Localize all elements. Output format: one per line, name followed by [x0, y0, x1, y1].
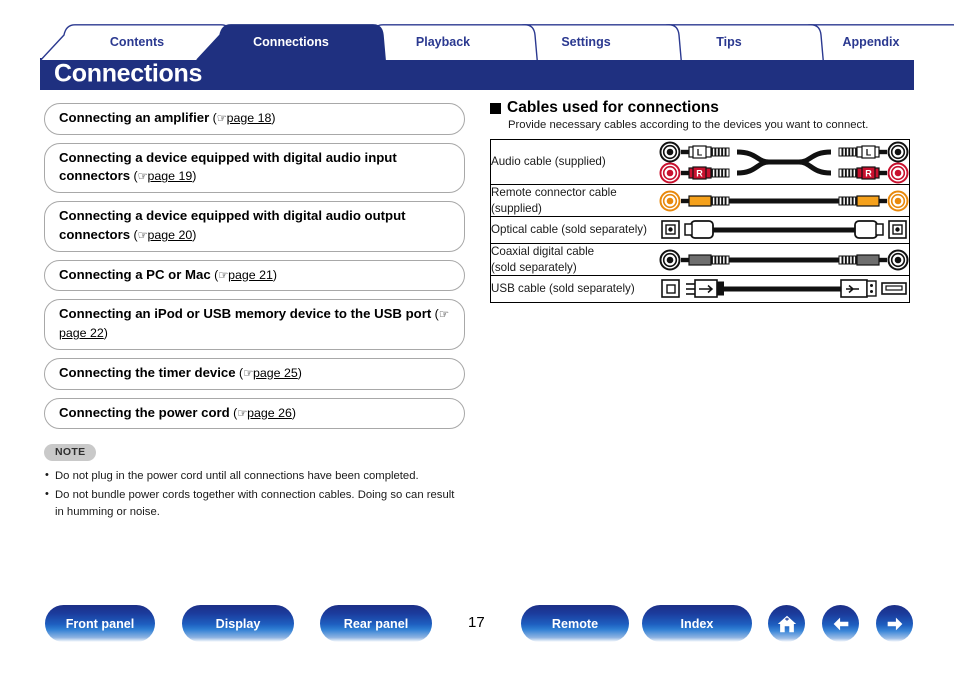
page-link-label[interactable]: page 20: [147, 228, 192, 242]
home-icon: [776, 613, 798, 635]
pointing-hand-icon: ☞: [216, 111, 227, 125]
section-link-3[interactable]: Connecting a device equipped with digita…: [44, 201, 465, 252]
cables-column: Cables used for connections Provide nece…: [490, 99, 910, 304]
nav-button-rear-panel[interactable]: Rear panel: [320, 605, 432, 642]
svg-text:L: L: [697, 148, 703, 158]
cable-label: Audio cable (supplied): [491, 155, 606, 169]
page-reference[interactable]: (☞page 20): [130, 227, 197, 242]
cable-diagram-cell: [659, 275, 910, 303]
pointing-hand-icon: ☞: [137, 227, 148, 242]
cables-subtext: Provide necessary cables according to th…: [508, 119, 869, 131]
note-list: Do not plug in the power cord until all …: [44, 467, 465, 521]
cables-table: Audio cable (supplied) L R L R Remote connect…: [490, 139, 910, 304]
page-number: 17: [468, 614, 485, 631]
page-link-label[interactable]: page 19: [147, 169, 192, 183]
cable-label: Optical cable (sold separately): [490, 216, 659, 244]
table-row: Optical cable (sold separately): [490, 216, 910, 244]
tab-label: Playback: [415, 35, 471, 49]
tab-label: Appendix: [842, 35, 900, 49]
svg-text:R: R: [865, 169, 872, 179]
page-link-label[interactable]: page 26: [247, 406, 292, 420]
home-icon-button[interactable]: [768, 605, 805, 642]
tab-bar: Contents Connections Playback Settings Tips A…: [40, 24, 954, 60]
cable-label: Remote connector cable (supplied): [490, 183, 659, 217]
note-section: NOTE Do not plug in the power cord until…: [44, 442, 465, 520]
tab-label: Tips: [716, 35, 742, 49]
section-links-column: Connecting an amplifier (☞page 18) Connec…: [44, 103, 465, 522]
nav-button-front-panel[interactable]: Front panel: [45, 605, 155, 642]
nav-button-remote[interactable]: Remote: [521, 605, 629, 642]
section-link-4[interactable]: Connecting a PC or Mac (☞page 21): [44, 259, 465, 292]
section-link-2[interactable]: Connecting a device equipped with digita…: [44, 142, 465, 194]
pointing-hand-icon: ☞: [243, 365, 253, 380]
section-link-title: Connecting the timer device: [59, 364, 236, 380]
section-link-title: Connecting an iPod or USB memory device …: [59, 306, 432, 322]
nav-button-display[interactable]: Display: [182, 605, 294, 642]
section-link-title: Connecting a PC or Mac: [59, 266, 211, 282]
note-badge: NOTE: [44, 444, 97, 462]
table-row: Coaxial digital cable (sold separately): [490, 243, 910, 276]
cables-heading: Cables used for connections: [490, 99, 910, 117]
svg-text:R: R: [696, 169, 703, 179]
bottom-navigation-bar: Front panel Display Rear panel Remote Index 1…: [0, 605, 954, 653]
cable-label: Coaxial digital cable (sold separately): [490, 243, 659, 276]
section-link-title: Connecting a device equipped with digita…: [59, 149, 397, 184]
page-link-label[interactable]: page 18: [227, 111, 272, 125]
cable-diagram-cell: [659, 216, 910, 244]
page-link-label[interactable]: page 25: [253, 366, 298, 380]
svg-text:L: L: [866, 148, 872, 158]
pointing-hand-icon: ☞: [237, 405, 248, 420]
page-reference[interactable]: (☞page 19): [130, 169, 197, 184]
tab-connections[interactable]: Connections: [196, 24, 386, 60]
table-row: USB cable (sold separately): [490, 275, 910, 303]
page-reference[interactable]: (☞page 18): [209, 111, 276, 125]
section-link-6[interactable]: Connecting the timer device (☞page 25): [44, 357, 465, 390]
remote-connector-cable-diagram: [659, 190, 909, 212]
arrow-left-icon: [830, 613, 852, 635]
cable-diagram-cell: L R L R: [659, 140, 910, 185]
square-bullet-icon: [490, 102, 501, 114]
section-link-title: Connecting the power cord: [59, 404, 230, 420]
optical-cable-diagram: [661, 220, 907, 239]
section-link-7[interactable]: Connecting the power cord (☞page 26): [44, 397, 465, 430]
note-item: Do not plug in the power cord until all …: [44, 467, 465, 485]
section-link-1[interactable]: Connecting an amplifier (☞page 18): [44, 103, 465, 135]
page-reference[interactable]: (☞page 21): [211, 268, 277, 282]
arrow-right-icon: [884, 613, 906, 635]
link-list: Connecting an amplifier (☞page 18) Connec…: [44, 103, 465, 430]
coaxial-digital-cable-diagram: [659, 249, 909, 271]
arrow-right-icon-button[interactable]: [876, 605, 913, 642]
section-link-5[interactable]: Connecting an iPod or USB memory device …: [44, 299, 465, 350]
cable-label: USB cable (sold separately): [490, 275, 659, 303]
tab-label: Connections: [253, 35, 329, 49]
page-link-label[interactable]: page 22: [59, 326, 104, 340]
nav-button-label: Remote: [551, 616, 599, 631]
pointing-hand-icon: ☞: [218, 267, 229, 282]
nav-button-label: Front panel: [65, 616, 135, 631]
arrow-left-icon-button[interactable]: [822, 605, 859, 642]
tab-label: Settings: [561, 35, 611, 49]
section-link-title: Connecting an amplifier: [59, 110, 210, 125]
pointing-hand-icon: ☞: [438, 307, 449, 322]
usb-cable-diagram: [661, 279, 907, 298]
note-item: Do not bundle power cords together with …: [44, 485, 465, 521]
pointing-hand-icon: ☞: [137, 169, 148, 184]
page-link-label[interactable]: page 21: [228, 268, 273, 282]
page-title-bar: Connections: [40, 58, 914, 90]
nav-button-label: Rear panel: [343, 616, 409, 631]
nav-button-label: Display: [215, 616, 261, 631]
audio-cable-diagram: L R L R: [659, 141, 909, 184]
page-reference[interactable]: (☞page 26): [230, 406, 296, 420]
cable-diagram-cell: [659, 183, 910, 217]
nav-button-index[interactable]: Index: [642, 605, 752, 642]
table-row: Remote connector cable (supplied): [490, 183, 910, 217]
section-link-title: Connecting a device equipped with digita…: [59, 208, 406, 242]
page-reference[interactable]: (☞page 25): [236, 366, 302, 380]
cables-heading-label: Cables used for connections: [507, 99, 719, 116]
tab-label: Contents: [109, 35, 165, 49]
table-row: Audio cable (supplied) L R L R: [491, 140, 910, 185]
nav-button-label: Index: [680, 616, 714, 631]
page-title: Connections: [54, 59, 203, 88]
cable-diagram-cell: [659, 243, 910, 276]
